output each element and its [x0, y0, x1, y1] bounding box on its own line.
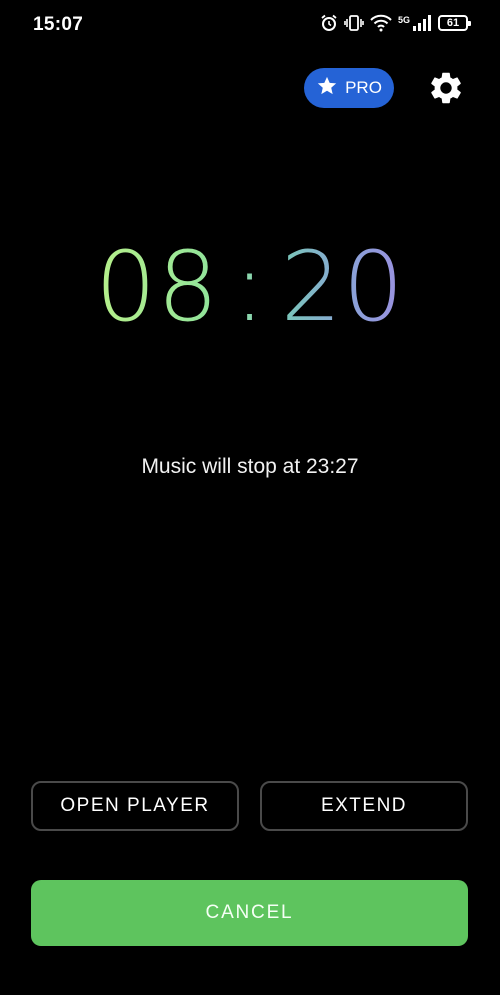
- battery-icon: 61: [438, 15, 471, 31]
- vibrate-icon: [344, 14, 364, 32]
- network-type-label: 5G: [397, 15, 410, 25]
- countdown-timer: 08:20: [0, 232, 500, 342]
- pro-button[interactable]: PRO: [304, 68, 394, 108]
- stop-time-message: Music will stop at 23:27: [141, 455, 359, 478]
- battery-level: 61: [446, 17, 460, 29]
- status-icons: 5G 61: [320, 14, 471, 32]
- pro-label: PRO: [345, 78, 382, 97]
- open-player-button[interactable]: OPEN PLAYER: [31, 781, 239, 831]
- extend-button[interactable]: EXTEND: [260, 781, 468, 831]
- signal-icon: [412, 14, 432, 32]
- status-time: 15:07: [33, 14, 84, 35]
- wifi-icon: [370, 14, 392, 32]
- gear-icon[interactable]: [427, 69, 465, 107]
- star-icon: [316, 75, 338, 102]
- timer-separator: :: [219, 231, 280, 343]
- timer-minutes: 08: [95, 231, 220, 343]
- alarm-icon: [320, 14, 338, 32]
- status-bar: 15:07 5G 61: [0, 0, 500, 52]
- timer-seconds: 20: [280, 231, 405, 343]
- cancel-button[interactable]: CANCEL: [31, 880, 468, 946]
